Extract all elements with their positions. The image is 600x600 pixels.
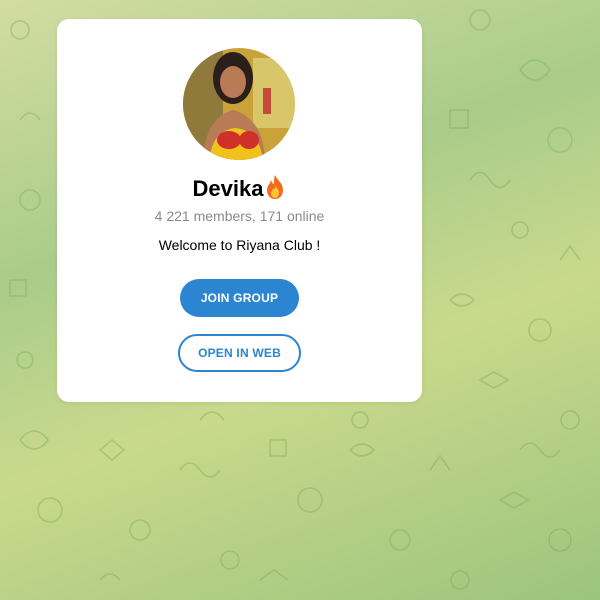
group-description: Welcome to Riyana Club !	[158, 237, 321, 253]
group-name: Devika	[192, 176, 264, 201]
open-in-web-button[interactable]: OPEN IN WEB	[178, 334, 301, 372]
group-preview-card: Devika 4 221 members, 171 online Welcome…	[57, 19, 422, 402]
fire-icon	[264, 174, 286, 200]
join-group-button[interactable]: JOIN GROUP	[180, 279, 299, 317]
group-avatar	[183, 48, 295, 160]
group-title: Devika	[57, 174, 422, 204]
members-count: 4 221 members, 171 online	[154, 208, 325, 224]
